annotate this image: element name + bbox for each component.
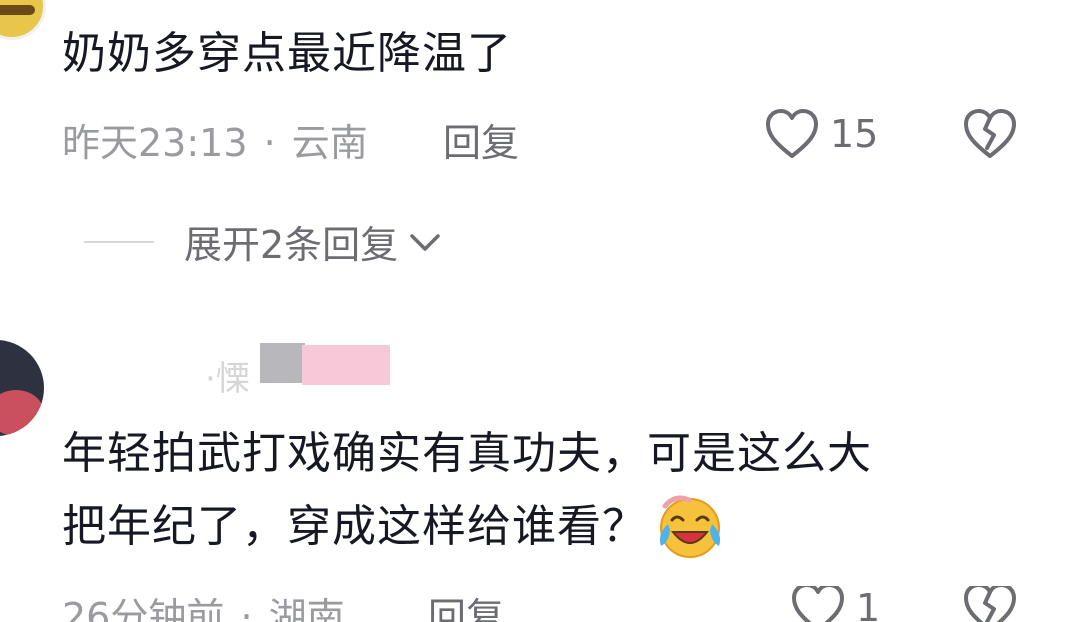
- like-count: 15: [830, 112, 879, 156]
- dislike-button[interactable]: [962, 108, 1018, 164]
- broken-heart-icon: [964, 586, 1016, 622]
- laughing-tears-emoji: [659, 495, 721, 558]
- heart-outline-icon: [792, 586, 844, 622]
- like-count: 1: [856, 586, 881, 622]
- comment-location: 湖南: [268, 595, 345, 622]
- avatar[interactable]: [0, 340, 44, 436]
- comment-time: 26分钟前: [62, 595, 225, 622]
- comment-meta: 昨天23:13 · 云南: [62, 112, 368, 167]
- meta-separator: ·: [263, 121, 276, 165]
- username-obscured[interactable]: ·慄: [205, 343, 405, 399]
- comment-text-line-2-content: 把年纪了，穿成这样给谁看？: [62, 501, 647, 552]
- mosaic-pink: [302, 345, 390, 385]
- reply-button[interactable]: 回复: [428, 586, 504, 622]
- expand-replies-label: 展开2条回复: [184, 223, 399, 267]
- username-partial: ·慄: [205, 359, 250, 399]
- like-button[interactable]: 1: [790, 586, 880, 622]
- comment-meta: 26分钟前 · 湖南: [62, 586, 345, 622]
- avatar[interactable]: [0, 0, 46, 40]
- chevron-down-icon: [410, 233, 440, 251]
- comment-text: 奶奶多穿点最近降温了: [62, 28, 512, 79]
- dislike-button[interactable]: [962, 586, 1018, 622]
- comment-meta-row: 26分钟前 · 湖南 回复 1: [0, 586, 1086, 622]
- meta-separator: ·: [240, 595, 253, 622]
- comment-text-line-2: 把年纪了，穿成这样给谁看？: [62, 494, 725, 560]
- broken-heart-icon: [964, 109, 1016, 158]
- mosaic-gray: [260, 343, 305, 383]
- like-button[interactable]: 15: [764, 108, 878, 160]
- comment-location: 云南: [291, 121, 368, 165]
- expand-divider: [84, 240, 154, 243]
- comment-text-line-1: 年轻拍武打戏确实有真功夫，可是这么大: [62, 428, 872, 479]
- reply-button[interactable]: 回复: [443, 112, 519, 167]
- expand-replies[interactable]: 展开2条回复: [84, 214, 442, 269]
- comment-time: 昨天23:13: [62, 121, 248, 165]
- heart-outline-icon: [766, 109, 818, 158]
